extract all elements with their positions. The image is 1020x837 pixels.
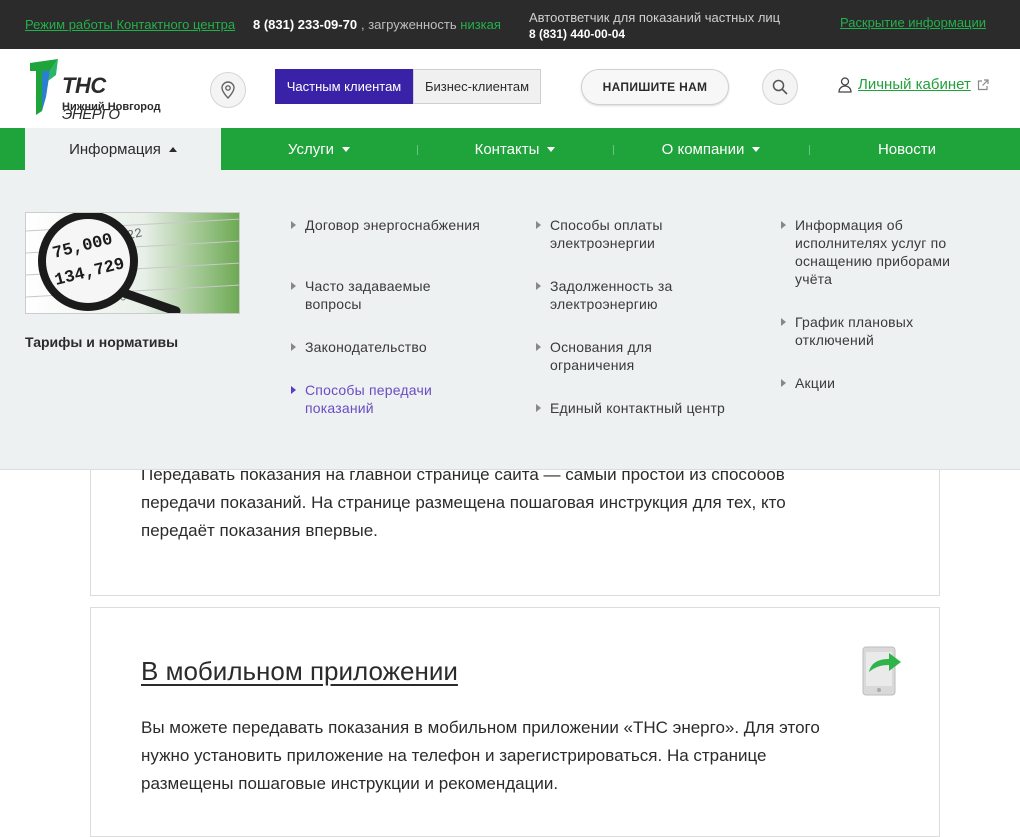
write-us-button[interactable]: НАПИШИТЕ НАМ <box>581 69 729 105</box>
load-status: , загруженность низкая <box>361 17 501 32</box>
menu-link-meter-readings[interactable]: Способы передачи показаний <box>291 381 491 417</box>
menu-link-faq[interactable]: Часто задаваемые вопросы <box>291 277 491 313</box>
load-prefix: , загруженность <box>361 17 457 32</box>
load-value: низкая <box>460 17 501 32</box>
nav-item-label: Контакты <box>474 140 540 158</box>
nav-item-about[interactable]: О компании <box>613 128 809 170</box>
autoresponder-label: Автоответчик для показаний частных лиц <box>529 10 781 25</box>
card-mobile-text: Вы можете передавать показания в мобильн… <box>141 718 820 793</box>
menu-link-contact-center[interactable]: Единый контактный центр <box>536 399 736 417</box>
menu-link-contract[interactable]: Договор энергоснабжения <box>291 216 491 234</box>
menu-link-planned-outages[interactable]: График плановых отключений <box>781 313 981 349</box>
menu-link-legislation[interactable]: Законодательство <box>291 338 491 356</box>
menu-link-debt[interactable]: Задолженность за электроэнергию <box>536 277 736 313</box>
nav-item-label: О компании <box>661 140 745 158</box>
mobile-phone-icon <box>862 646 901 696</box>
nav-item-news[interactable]: Новости <box>809 128 1005 170</box>
promo-title-tariffs[interactable]: Тарифы и нормативы <box>25 334 178 350</box>
information-dropdown: 122 0,000 75,000 134,729 Тарифы и нормат… <box>0 170 1020 470</box>
disclosure-link[interactable]: Раскрытие информации <box>840 15 986 30</box>
caret-up-icon <box>168 146 177 152</box>
card-website-text: Передавать показания на главной странице… <box>141 465 786 540</box>
nav-item-contacts[interactable]: Контакты <box>417 128 613 170</box>
nav-item-information[interactable]: Информация <box>25 128 221 170</box>
nav-item-services[interactable]: Услуги <box>221 128 417 170</box>
menu-link-restriction-grounds[interactable]: Основания для ограничения <box>536 338 736 374</box>
segment-private-clients[interactable]: Частным клиентам <box>275 69 413 104</box>
user-icon <box>838 76 852 93</box>
site-header: ТНС ЭНЕРГО Нижний Новгород Частным клиен… <box>0 49 1020 128</box>
caret-down-icon <box>547 146 556 152</box>
external-link-icon <box>977 78 989 90</box>
location-pin-icon <box>221 81 235 99</box>
logo-city: Нижний Новгород <box>62 101 161 113</box>
nav-item-label: Информация <box>69 140 161 158</box>
site-logo[interactable]: ТНС ЭНЕРГО Нижний Новгород <box>28 57 168 123</box>
content-card-mobile-app: В мобильном приложении Вы можете передав… <box>90 607 940 837</box>
logo-brand-main: ТНС <box>62 73 106 98</box>
card-mobile-title[interactable]: В мобильном приложении <box>141 656 458 687</box>
magnifier-numbers-image: 122 0,000 75,000 134,729 <box>26 213 239 313</box>
main-nav: Информация Услуги Контакты О компании Но… <box>0 128 1020 170</box>
segment-business-clients[interactable]: Бизнес-клиентам <box>413 69 541 104</box>
nav-item-label: Новости <box>877 140 937 158</box>
caret-down-icon <box>342 146 351 152</box>
autoresponder-phone[interactable]: 8 (831) 440-00-04 <box>529 27 625 41</box>
logo-brand: ТНС ЭНЕРГО <box>62 73 168 125</box>
nav-item-label: Услуги <box>287 140 335 158</box>
logo-mark-icon <box>30 59 58 115</box>
search-button[interactable] <box>762 69 798 105</box>
location-button[interactable] <box>210 72 246 108</box>
menu-link-payment-methods[interactable]: Способы оплаты электроэнергии <box>536 216 736 252</box>
search-icon <box>772 79 788 95</box>
main-phone[interactable]: 8 (831) 233-09-70 <box>253 17 357 32</box>
top-info-bar: Режим работы Контактного центра 8 (831) … <box>0 0 1020 49</box>
menu-link-promotions[interactable]: Акции <box>781 374 981 392</box>
caret-down-icon <box>752 146 761 152</box>
contact-center-hours-link[interactable]: Режим работы Контактного центра <box>25 17 235 32</box>
personal-cabinet-link[interactable]: Личный кабинет <box>838 76 989 93</box>
tariffs-image[interactable]: 122 0,000 75,000 134,729 <box>25 212 240 314</box>
menu-link-metering-providers[interactable]: Информация об исполнителях услуг по осна… <box>781 216 981 288</box>
cabinet-label: Личный кабинет <box>858 76 971 93</box>
